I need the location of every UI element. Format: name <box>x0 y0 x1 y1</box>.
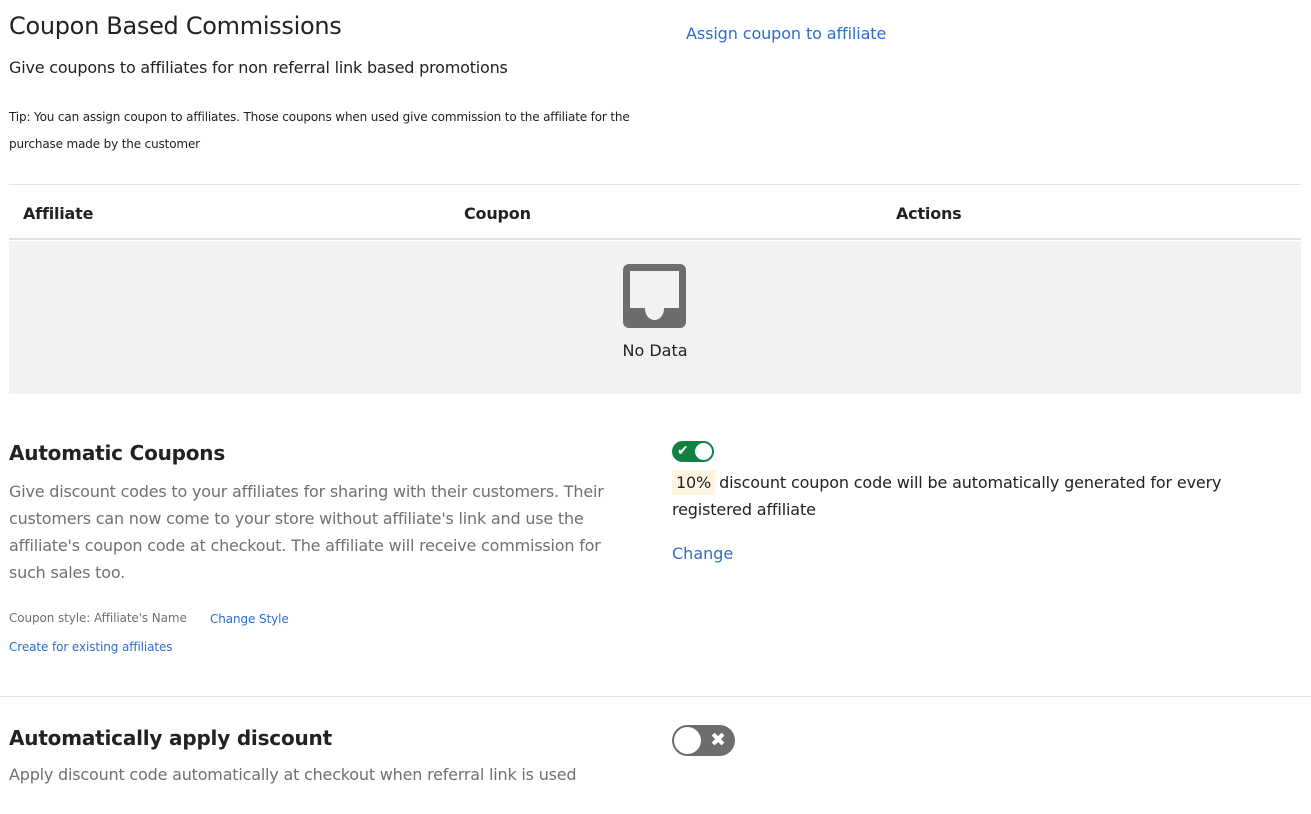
check-icon: ✔ <box>677 443 689 459</box>
auto-apply-description: Apply discount code automatically at che… <box>9 765 577 784</box>
empty-state-text: No Data <box>622 341 688 360</box>
automatic-coupons-toggle[interactable]: ✔ <box>672 441 714 462</box>
column-header-actions: Actions <box>896 204 962 223</box>
discount-percent-badge: 10% <box>672 470 716 495</box>
column-header-affiliate: Affiliate <box>23 204 94 223</box>
change-discount-link[interactable]: Change <box>672 544 733 563</box>
change-style-link[interactable]: Change Style <box>210 612 289 626</box>
column-header-coupon: Coupon <box>464 204 531 223</box>
coupon-commissions-tip: Tip: You can assign coupon to affiliates… <box>9 110 630 151</box>
create-existing-affiliates-link[interactable]: Create for existing affiliates <box>9 640 173 654</box>
auto-apply-toggle[interactable]: ✖ <box>672 725 735 756</box>
coupon-commissions-title: Coupon Based Commissions <box>9 12 342 40</box>
automatic-coupons-title: Automatic Coupons <box>9 441 226 465</box>
x-icon: ✖ <box>710 729 726 751</box>
table-header: Affiliate Coupon Actions <box>9 185 1301 240</box>
assign-coupon-link[interactable]: Assign coupon to affiliate <box>686 24 886 43</box>
automatic-coupons-description: Give discount codes to your affiliates f… <box>9 482 604 582</box>
toggle-knob <box>674 727 701 754</box>
automatic-coupons-info: 10% discount coupon code will be automati… <box>672 469 1272 523</box>
coupon-style-label: Coupon style: Affiliate's Name <box>9 611 187 625</box>
coupon-commissions-subtitle: Give coupons to affiliates for non refer… <box>9 58 508 77</box>
toggle-knob <box>695 443 712 460</box>
divider <box>0 696 1311 697</box>
auto-apply-title: Automatically apply discount <box>9 726 332 750</box>
page: Coupon Based Commissions Give coupons to… <box>0 0 1311 814</box>
table-empty-state: No Data <box>9 241 1301 394</box>
inbox-icon <box>623 264 686 328</box>
automatic-coupons-info-text: discount coupon code will be automatical… <box>672 473 1222 519</box>
